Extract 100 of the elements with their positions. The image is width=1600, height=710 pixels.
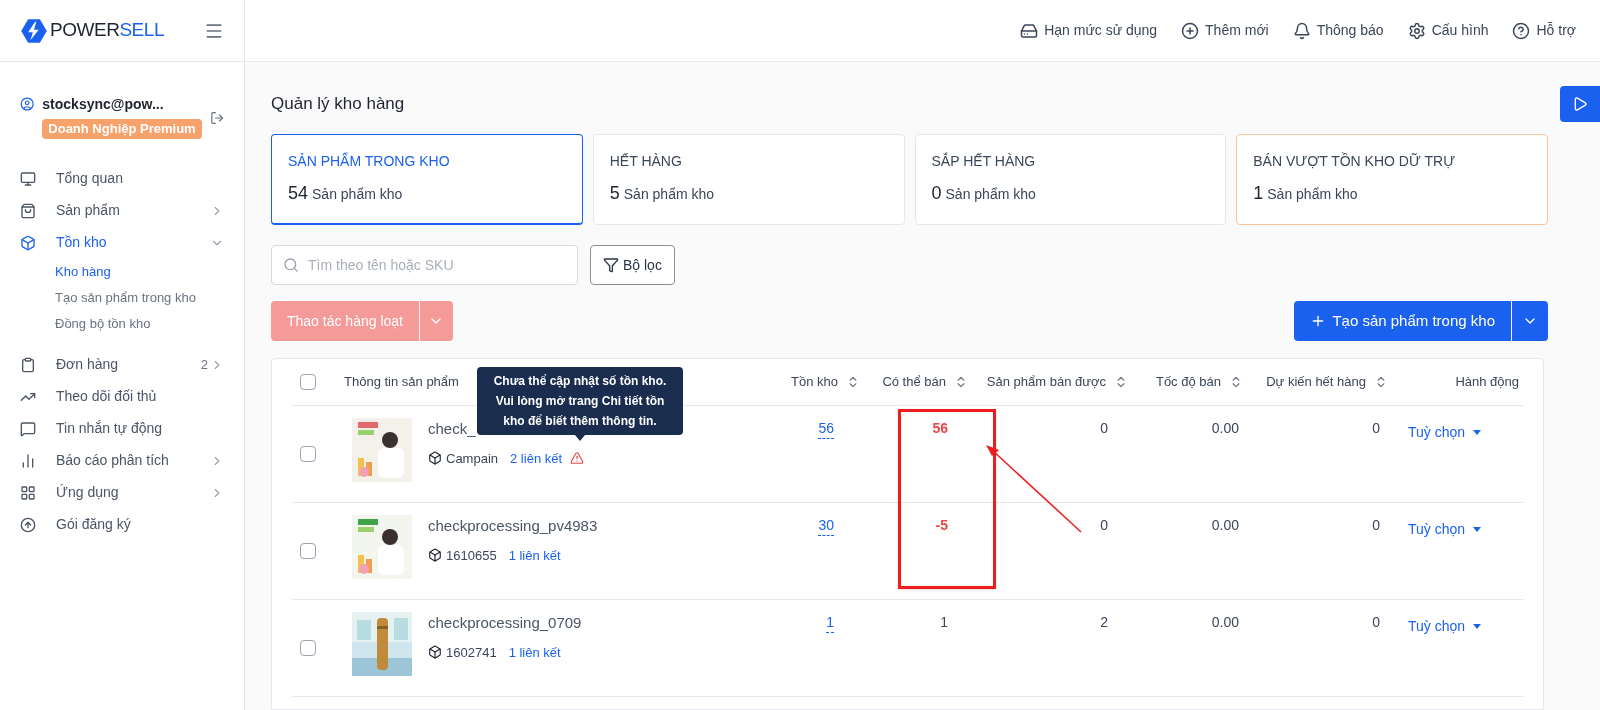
box-icon bbox=[428, 548, 442, 563]
bolt-logo-icon bbox=[20, 16, 48, 45]
page-title: Quản lý kho hàng bbox=[271, 93, 405, 116]
speed-value: 0.00 bbox=[1211, 613, 1239, 632]
tooltip-pointer-icon bbox=[575, 435, 585, 441]
sidebar-item[interactable]: Tin nhắn tự động bbox=[0, 412, 244, 445]
brand-name: POWERSELL bbox=[50, 18, 164, 43]
row-checkbox[interactable] bbox=[300, 640, 316, 656]
sidebar-item[interactable]: Đơn hàng 2 bbox=[0, 348, 244, 381]
options-dropdown[interactable]: Tuỳ chọn bbox=[1408, 519, 1482, 540]
filter-icon bbox=[603, 257, 619, 273]
stat-card[interactable]: SẮP HẾT HÀNG 0 Sản phẩm kho bbox=[914, 134, 1227, 225]
grid-icon bbox=[20, 484, 36, 501]
play-icon bbox=[1572, 96, 1588, 112]
available-value: 56 bbox=[932, 419, 948, 438]
stock-link[interactable]: 30 bbox=[818, 515, 834, 536]
stat-card[interactable]: BÁN VƯỢT TỒN KHO DỮ TRỰ 1 Sản phẩm kho bbox=[1236, 134, 1548, 225]
stock-link[interactable]: 1 bbox=[826, 612, 834, 633]
chat-icon bbox=[20, 420, 36, 437]
search-icon bbox=[283, 257, 299, 273]
sidebar-item[interactable]: Báo cáo phân tích bbox=[0, 444, 244, 477]
sidebar-item[interactable]: Sản phẩm bbox=[0, 194, 244, 227]
stat-card[interactable]: SẢN PHẨM TRONG KHO 54 Sản phẩm kho bbox=[271, 134, 583, 225]
filter-button[interactable]: Bộ lọc bbox=[590, 245, 675, 285]
settings-icon bbox=[1407, 21, 1426, 40]
topbar-link[interactable]: Thông báo bbox=[1292, 20, 1384, 41]
sidebar-subitem[interactable]: Đồng bộ tồn kho bbox=[0, 310, 244, 337]
stock-link[interactable]: 56 bbox=[818, 418, 834, 439]
links-link[interactable]: 2 liên kết bbox=[510, 448, 563, 468]
topbar-link[interactable]: Hỗ trợ bbox=[1512, 20, 1576, 41]
play-button[interactable] bbox=[1560, 86, 1600, 122]
sidebar-item[interactable]: Tồn kho bbox=[0, 226, 244, 259]
sidebar-subitem[interactable]: Tạo sản phẩm trong kho bbox=[0, 284, 244, 311]
box-icon bbox=[428, 645, 442, 660]
dropdown-button[interactable] bbox=[1512, 301, 1548, 341]
available-value: 1 bbox=[940, 613, 948, 632]
sku-text: 1610655 bbox=[446, 546, 497, 565]
avatar-icon bbox=[20, 96, 35, 112]
card-count: 0 Sản phẩm kho bbox=[931, 182, 1037, 205]
warning-icon[interactable] bbox=[570, 451, 585, 466]
card-count: 5 Sản phẩm kho bbox=[609, 182, 716, 205]
row-checkbox[interactable] bbox=[300, 446, 316, 462]
caret-icon bbox=[1473, 430, 1482, 435]
sold-value: 0 bbox=[1100, 516, 1108, 535]
drive-icon bbox=[1020, 21, 1039, 40]
box-icon bbox=[428, 451, 442, 466]
column-header: Sản phẩm bán được bbox=[986, 373, 1106, 392]
available-value: -5 bbox=[935, 516, 948, 535]
bag-icon bbox=[20, 202, 36, 219]
eta-value: 0 bbox=[1372, 613, 1380, 632]
product-name[interactable]: checkprocessing_pv4983 bbox=[428, 515, 598, 538]
sku-text: 1602741 bbox=[446, 643, 497, 662]
plan-badge: Doanh Nghiệp Premium bbox=[42, 119, 202, 139]
sidebar-item[interactable]: Ứng dụng bbox=[0, 476, 244, 509]
links-link[interactable]: 1 liên kết bbox=[508, 545, 561, 565]
card-title: SẮP HẾT HÀNG bbox=[931, 151, 1037, 171]
topbar-link[interactable]: Hạn mức sử dụng bbox=[1020, 20, 1158, 41]
help-icon bbox=[1512, 21, 1531, 40]
links-link[interactable]: 1 liên kết bbox=[508, 642, 561, 662]
create-button[interactable]: Tạo sản phẩm trong kho bbox=[1294, 301, 1511, 341]
search-field[interactable]: Tìm theo tên hoặc SKU bbox=[271, 245, 578, 285]
sidebar-item[interactable]: Theo dõi đối thủ bbox=[0, 380, 244, 413]
column-header: Thông tin sản phẩm bbox=[344, 373, 459, 392]
sidebar-item[interactable]: Gói đăng ký bbox=[0, 508, 244, 541]
upload-circle-icon bbox=[20, 516, 36, 533]
options-dropdown[interactable]: Tuỳ chọn bbox=[1408, 616, 1482, 637]
tooltip: Chưa thể cập nhật số tồn kho. Vui lòng mở trang Chi tiết tồn kho để biết thêm thông tin. bbox=[477, 367, 683, 435]
topbar-link[interactable]: Thêm mới bbox=[1181, 20, 1269, 41]
column-header: Hành động bbox=[1455, 373, 1520, 392]
eta-value: 0 bbox=[1372, 419, 1380, 438]
select-all-checkbox[interactable] bbox=[300, 374, 316, 390]
bell-icon bbox=[1292, 21, 1311, 40]
eta-value: 0 bbox=[1372, 516, 1380, 535]
column-header: Dự kiến hết hàng bbox=[1266, 373, 1366, 392]
column-header: Tốc độ bán bbox=[1155, 373, 1221, 392]
card-count: 54 Sản phẩm kho bbox=[288, 182, 404, 205]
bar-chart-icon bbox=[20, 452, 36, 469]
sku-text: Campain bbox=[446, 449, 499, 468]
clipboard-icon bbox=[20, 356, 36, 373]
card-count: 1 Sản phẩm kho bbox=[1253, 182, 1359, 205]
column-header: Có thể bán bbox=[882, 373, 946, 392]
options-dropdown[interactable]: Tuỳ chọn bbox=[1408, 422, 1482, 443]
user-email: stocksync@pow... bbox=[42, 95, 165, 114]
sold-value: 0 bbox=[1100, 419, 1108, 438]
card-title: SẢN PHẨM TRONG KHO bbox=[288, 151, 451, 171]
caret-icon bbox=[1473, 624, 1482, 629]
caret-icon bbox=[1473, 527, 1482, 532]
stat-card[interactable]: HẾT HÀNG 5 Sản phẩm kho bbox=[592, 134, 905, 225]
plus-circle-icon bbox=[1181, 21, 1200, 40]
speed-value: 0.00 bbox=[1211, 516, 1239, 535]
logout-icon[interactable] bbox=[209, 110, 224, 126]
row-checkbox[interactable] bbox=[300, 543, 316, 559]
column-header: Tồn kho bbox=[791, 373, 838, 392]
product-name[interactable]: checkprocessing_0709 bbox=[428, 612, 582, 635]
card-title: BÁN VƯỢT TỒN KHO DỮ TRỰ bbox=[1253, 151, 1457, 171]
topbar-link[interactable]: Cấu hình bbox=[1407, 20, 1489, 41]
sidebar-subitem[interactable]: Kho hàng bbox=[0, 258, 244, 285]
sold-value: 2 bbox=[1100, 613, 1108, 632]
monitor-icon bbox=[20, 170, 36, 187]
sidebar-item[interactable]: Tổng quan bbox=[0, 162, 244, 195]
